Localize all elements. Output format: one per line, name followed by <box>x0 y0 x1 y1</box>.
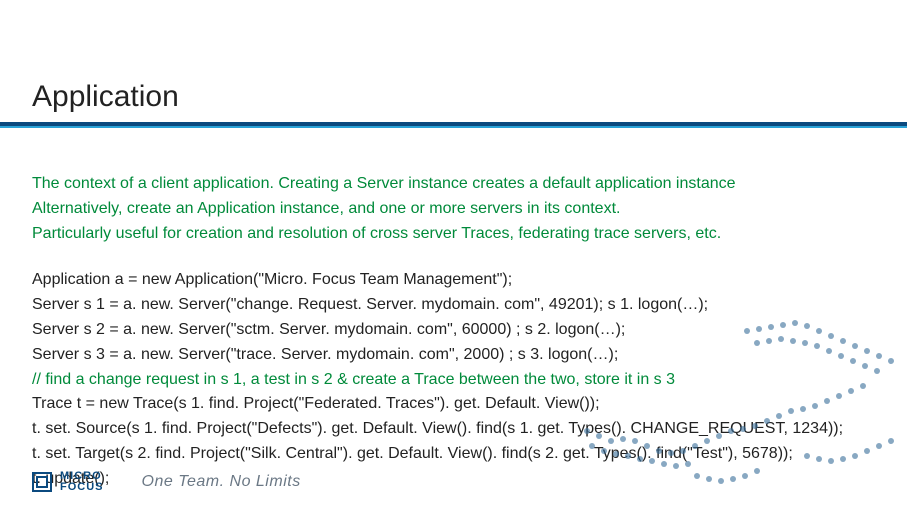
code-line-4: Server s 3 = a. new. Server("trace. Serv… <box>32 343 875 368</box>
code-block: Application a = new Application("Micro. … <box>32 268 875 491</box>
desc-line-2: Alternatively, create an Application ins… <box>32 197 875 222</box>
code-line-5-comment: // find a change request in s 1, a test … <box>32 368 875 393</box>
code-line-2: Server s 1 = a. new. Server("change. Req… <box>32 293 875 318</box>
footer: MICRO FOCUS One Team. No Limits <box>32 471 301 493</box>
page-title: Application <box>32 80 875 114</box>
logo-text-bottom: FOCUS <box>60 482 104 493</box>
code-line-3: Server s 2 = a. new. Server("sctm. Serve… <box>32 318 875 343</box>
desc-line-3: Particularly useful for creation and res… <box>32 222 875 247</box>
tagline: One Team. No Limits <box>142 473 301 491</box>
micro-focus-logo: MICRO FOCUS <box>32 471 104 493</box>
body: The context of a client application. Cre… <box>32 172 875 492</box>
code-line-7: t. set. Source(s 1. find. Project("Defec… <box>32 417 875 442</box>
code-line-6: Trace t = new Trace(s 1. find. Project("… <box>32 392 875 417</box>
code-line-1: Application a = new Application("Micro. … <box>32 268 875 293</box>
logo-mark-icon <box>32 472 52 492</box>
code-line-8: t. set. Target(s 2. find. Project("Silk.… <box>32 442 875 467</box>
title-rule-light <box>0 126 907 128</box>
desc-line-1: The context of a client application. Cre… <box>32 172 875 197</box>
slide: Application The context of a client appl… <box>0 0 907 511</box>
